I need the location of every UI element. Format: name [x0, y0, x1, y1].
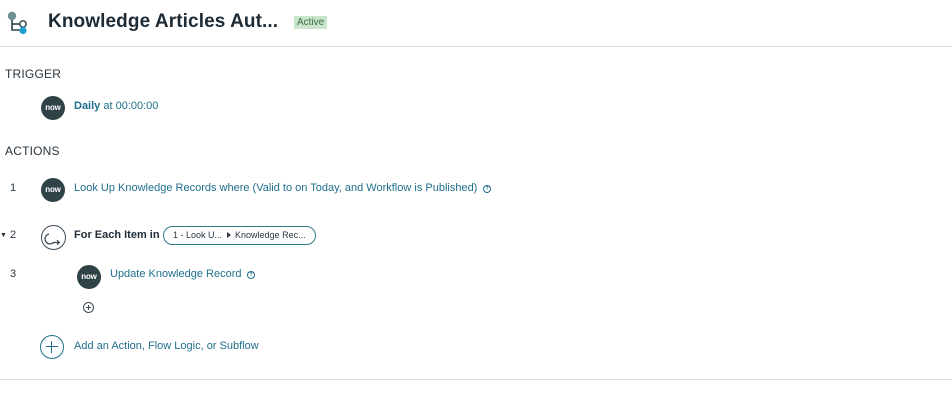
trigger-frequency: Daily [74, 100, 101, 112]
add-action-icon[interactable] [40, 335, 64, 359]
status-badge: Active [294, 16, 328, 29]
trigger-time: at 00:00:00 [100, 100, 159, 112]
divider [0, 379, 952, 380]
servicenow-avatar-icon: now [77, 265, 101, 289]
help-icon[interactable]: ? [483, 185, 491, 193]
flow-header: Knowledge Articles Aut... Active [0, 0, 952, 47]
trigger-link[interactable]: Daily at 00:00:00 [74, 100, 158, 112]
step-2-flow-logic-label[interactable]: For Each Item in [74, 229, 160, 241]
flow-icon [7, 11, 27, 35]
servicenow-avatar-icon: now [41, 178, 65, 202]
step-number: 1 [10, 182, 17, 194]
actions-heading: ACTIONS [5, 144, 60, 158]
servicenow-avatar-icon: now [41, 96, 65, 120]
data-pill[interactable]: 1 - Look U... Knowledge Rec... [163, 226, 316, 245]
step-number: 3 [10, 268, 17, 280]
pill-source: 1 - Look U... [173, 230, 223, 240]
caret-down-icon[interactable]: ▼ [0, 232, 7, 239]
pill-target: Knowledge Rec... [235, 230, 306, 240]
step-3-action-link[interactable]: Update Knowledge Record [110, 268, 241, 280]
help-icon[interactable]: ? [247, 271, 255, 279]
add-action-link[interactable]: Add an Action, Flow Logic, or Subflow [74, 340, 259, 352]
step-number: 2 [10, 229, 17, 241]
page-title: Knowledge Articles Aut... [48, 11, 279, 32]
for-each-icon [41, 225, 66, 250]
step-1-action-link[interactable]: Look Up Knowledge Records where (Valid t… [74, 182, 477, 194]
pill-arrow-icon [227, 232, 232, 238]
add-step-in-loop-icon[interactable] [83, 302, 94, 313]
trigger-heading: TRIGGER [5, 67, 62, 81]
